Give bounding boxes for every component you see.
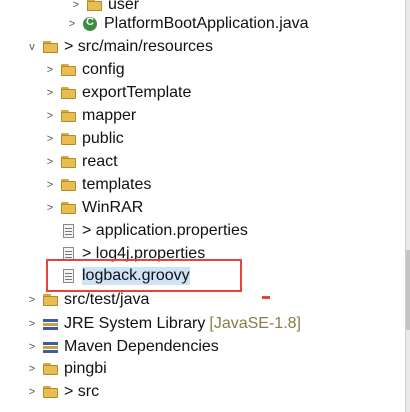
tree-item-winrar[interactable]: > WinRAR <box>44 197 398 219</box>
tree-item-platformbootapplication[interactable]: > PlatformBootApplication.java <box>66 13 398 35</box>
tree-item-label: pingbi <box>64 360 107 377</box>
tree-item-mapper[interactable]: > mapper <box>44 105 398 127</box>
tree-item-exporttemplate[interactable]: > exportTemplate <box>44 82 398 104</box>
tree-item-maven-dependencies[interactable]: > Maven Dependencies <box>26 336 398 358</box>
expand-toggle[interactable]: > <box>26 363 38 375</box>
folder-icon <box>60 85 78 101</box>
folder-icon <box>60 131 78 147</box>
tree-item-label: templates <box>82 176 152 193</box>
tree-item-label: public <box>82 130 124 147</box>
source-folder-icon <box>42 292 60 308</box>
tree-item-templates[interactable]: > templates <box>44 174 398 196</box>
properties-file-icon <box>60 223 78 239</box>
vertical-scrollbar[interactable] <box>405 0 410 412</box>
expand-toggle[interactable]: > <box>44 110 56 122</box>
tree-item-application-properties[interactable]: > application.properties <box>60 220 398 242</box>
tree-item-react[interactable]: > react <box>44 151 398 173</box>
tree-item-src-main-resources[interactable]: v > src/main/resources <box>26 36 398 58</box>
expand-toggle[interactable]: > <box>44 179 56 191</box>
tree-item-pingbi[interactable]: > pingbi <box>26 358 398 380</box>
tree-item-jre-system-library[interactable]: > JRE System Library [JavaSE-1.8] <box>26 313 398 335</box>
folder-icon <box>60 200 78 216</box>
tree-item-label: > src <box>64 383 100 400</box>
tree-item-label: user <box>108 0 140 13</box>
folder-icon <box>60 62 78 78</box>
tree-item-src[interactable]: > > src <box>26 381 398 403</box>
tree-item-label: PlatformBootApplication.java <box>104 15 309 32</box>
expand-toggle[interactable]: > <box>44 156 56 168</box>
folder-icon <box>42 384 60 400</box>
expand-toggle[interactable]: > <box>44 87 56 99</box>
scrollbar-thumb[interactable] <box>406 250 410 330</box>
expand-toggle[interactable]: > <box>26 318 38 330</box>
source-folder-icon <box>42 39 60 55</box>
tree-item-label: Maven Dependencies <box>64 338 219 355</box>
java-class-icon <box>82 16 100 32</box>
expand-toggle[interactable]: > <box>26 341 38 353</box>
annotation-highlight-box <box>46 259 242 292</box>
folder-icon <box>60 154 78 170</box>
annotation-red-mark <box>262 296 270 299</box>
tree-item-label: src/test/java <box>64 291 150 308</box>
tree-item-label: > src/main/resources <box>64 38 213 55</box>
collapse-toggle[interactable]: v <box>26 41 38 53</box>
folder-icon <box>42 361 60 377</box>
expand-toggle[interactable]: > <box>44 133 56 145</box>
tree-item-label: JRE System Library <box>64 315 206 332</box>
library-icon <box>42 339 60 355</box>
expand-toggle[interactable]: > <box>26 386 38 398</box>
tree-item-label: config <box>82 61 125 78</box>
tree-item-label: mapper <box>82 107 137 124</box>
tree-item-label: exportTemplate <box>82 84 192 101</box>
tree-item-label: WinRAR <box>82 199 144 216</box>
expand-toggle[interactable]: > <box>44 64 56 76</box>
tree-item-src-test-java[interactable]: > src/test/java <box>26 289 398 311</box>
tree-item-label: react <box>82 153 118 170</box>
expand-toggle[interactable]: > <box>66 18 78 30</box>
expand-toggle[interactable]: > <box>70 0 82 11</box>
folder-icon <box>60 108 78 124</box>
package-icon <box>86 0 104 13</box>
tree-item-sublabel: [JavaSE-1.8] <box>209 315 301 332</box>
tree-item-public[interactable]: > public <box>44 128 398 150</box>
tree-item-config[interactable]: > config <box>44 59 398 81</box>
folder-icon <box>60 177 78 193</box>
tree-item-label: > application.properties <box>82 222 248 239</box>
library-icon <box>42 316 60 332</box>
expand-toggle[interactable]: > <box>26 294 38 306</box>
expand-toggle[interactable]: > <box>44 202 56 214</box>
